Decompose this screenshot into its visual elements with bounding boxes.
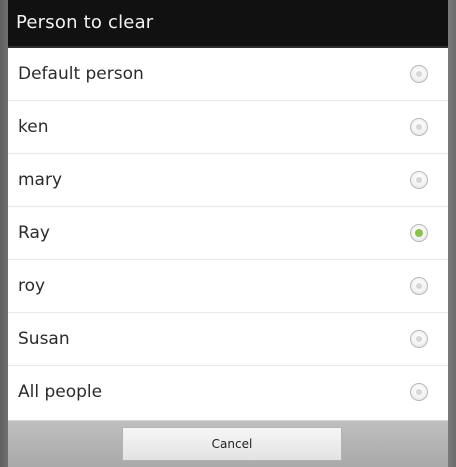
dialog-title-bar: Person to clear <box>8 0 448 48</box>
person-option-list: Default person ken mary Ray roy Susan Al… <box>8 48 448 420</box>
option-susan[interactable]: Susan <box>8 313 448 366</box>
dialog-frame-right <box>448 0 456 467</box>
radio-dot-selected-icon <box>415 229 423 237</box>
option-label: All people <box>18 382 103 402</box>
option-mary[interactable]: mary <box>8 154 448 207</box>
radio-button[interactable] <box>410 383 428 401</box>
option-all-people[interactable]: All people <box>8 366 448 419</box>
radio-dot-icon <box>416 71 422 77</box>
radio-button[interactable] <box>410 330 428 348</box>
option-label: ken <box>18 117 49 137</box>
radio-dot-icon <box>416 336 422 342</box>
option-label: Default person <box>18 64 144 84</box>
radio-dot-icon <box>416 283 422 289</box>
person-to-clear-dialog: Person to clear Default person ken mary … <box>0 0 456 467</box>
option-label: mary <box>18 170 63 190</box>
option-default-person[interactable]: Default person <box>8 48 448 101</box>
dialog-title: Person to clear <box>16 12 154 33</box>
radio-button[interactable] <box>410 65 428 83</box>
option-label: roy <box>18 276 46 296</box>
radio-button[interactable] <box>410 118 428 136</box>
radio-button[interactable] <box>410 171 428 189</box>
radio-dot-icon <box>416 124 422 130</box>
radio-button[interactable] <box>410 277 428 295</box>
dialog-button-bar: Cancel <box>8 420 448 467</box>
radio-dot-icon <box>416 389 422 395</box>
option-ray[interactable]: Ray <box>8 207 448 260</box>
option-label: Susan <box>18 329 70 349</box>
option-label: Ray <box>18 223 50 243</box>
radio-button-selected[interactable] <box>410 224 428 242</box>
cancel-button[interactable]: Cancel <box>122 427 342 461</box>
option-ken[interactable]: ken <box>8 101 448 154</box>
dialog-frame-left <box>0 0 8 467</box>
option-roy[interactable]: roy <box>8 260 448 313</box>
radio-dot-icon <box>416 177 422 183</box>
